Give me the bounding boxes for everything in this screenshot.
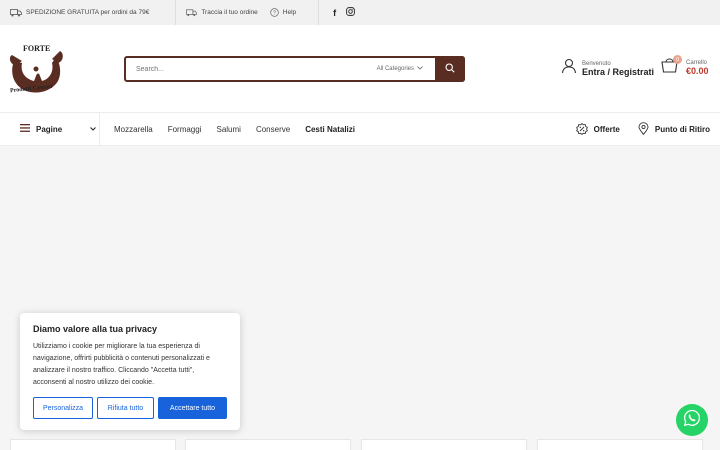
top-bar: SPEDIZIONE GRATUITA per ordini da 79€ Tr… xyxy=(0,0,720,25)
product-card[interactable] xyxy=(361,439,527,450)
category-label: All Categories xyxy=(376,66,414,72)
cart-label: Carrello xyxy=(686,59,708,66)
product-card[interactable] xyxy=(537,439,703,450)
cart-text: Carrello €0.00 xyxy=(686,60,709,76)
facebook-icon[interactable]: f xyxy=(333,8,336,18)
product-card[interactable] xyxy=(185,439,351,450)
category-menu: Mozzarella Formaggi Salumi Conserve Cest… xyxy=(114,125,355,134)
menu-item-formaggi[interactable]: Formaggi xyxy=(168,125,202,134)
svg-text:?: ? xyxy=(273,10,276,16)
whatsapp-icon xyxy=(683,409,701,432)
reject-all-button[interactable]: Rifiuta tutto xyxy=(97,397,154,419)
pages-label: Pagine xyxy=(36,124,63,134)
cookie-consent-dialog: Diamo valore alla tua privacy Utilizziam… xyxy=(20,313,240,430)
logo-text-top: FORTE xyxy=(23,44,51,53)
user-icon xyxy=(561,58,577,79)
menu-item-conserve[interactable]: Conserve xyxy=(256,125,290,134)
instagram-icon[interactable] xyxy=(346,7,355,18)
search-bar: All Categories xyxy=(124,56,465,82)
offers-label: Offerte xyxy=(593,125,620,134)
search-icon xyxy=(445,60,455,78)
account-login-label: Entra / Registrati xyxy=(582,66,655,77)
help-label: Help xyxy=(282,9,297,16)
shipping-info: SPEDIZIONE GRATUITA per ordini da 79€ xyxy=(0,0,159,25)
product-card[interactable] xyxy=(10,439,176,450)
menu-item-salumi[interactable]: Salumi xyxy=(216,125,240,134)
search-input[interactable] xyxy=(126,58,377,80)
menu-item-cesti-natalizi[interactable]: Cesti Natalizi xyxy=(305,125,355,134)
cookie-buttons: Personalizza Rifiuta tutto Accettare tut… xyxy=(33,397,227,419)
discount-icon xyxy=(575,122,588,137)
truck-icon xyxy=(186,8,198,17)
truck-icon xyxy=(10,8,22,17)
hamburger-icon xyxy=(20,124,30,134)
help-icon: ? xyxy=(270,8,279,17)
accept-all-button[interactable]: Accettare tutto xyxy=(158,397,227,419)
customize-button[interactable]: Personalizza xyxy=(33,397,93,419)
brand-logo[interactable]: FORTE Prodotti Caseari xyxy=(8,41,64,99)
pickup-point-link[interactable]: Punto di Ritiro xyxy=(638,122,710,137)
help-link[interactable]: ? Help xyxy=(268,0,306,25)
menu-item-mozzarella[interactable]: Mozzarella xyxy=(114,125,153,134)
pages-menu[interactable]: Pagine xyxy=(0,112,100,146)
chevron-down-icon xyxy=(90,126,97,133)
cookie-title: Diamo valore alla tua privacy xyxy=(33,324,158,334)
cart-count-badge: 0 xyxy=(673,55,682,64)
pickup-point-label: Punto di Ritiro xyxy=(654,125,710,134)
site-header: FORTE Prodotti Caseari All Categories Be… xyxy=(0,25,720,113)
whatsapp-button[interactable] xyxy=(676,404,708,436)
nav-right-links: Offerte Punto di Ritiro xyxy=(575,113,710,146)
track-order-label: Traccia il tuo ordine xyxy=(201,9,258,16)
cart-link[interactable]: 0 Carrello €0.00 xyxy=(661,55,709,78)
cookie-text: Utilizziamo i cookie per migliorare la t… xyxy=(33,343,210,386)
location-pin-icon xyxy=(638,122,649,137)
social-links: f xyxy=(319,7,355,18)
account-link[interactable]: Benvenuto Entra / Registrati xyxy=(561,58,654,79)
account-text: Benvenuto Entra / Registrati xyxy=(582,61,654,77)
track-order-link[interactable]: Traccia il tuo ordine xyxy=(176,0,267,25)
chevron-down-icon xyxy=(417,66,423,72)
main-navigation: Pagine Mozzarella Formaggi Salumi Conser… xyxy=(0,112,720,146)
shipping-text: SPEDIZIONE GRATUITA per ordini da 79€ xyxy=(26,9,150,16)
search-button[interactable] xyxy=(435,56,465,82)
cart-total: €0.00 xyxy=(686,65,709,76)
offers-link[interactable]: Offerte xyxy=(575,122,620,137)
category-select[interactable]: All Categories xyxy=(377,66,435,72)
